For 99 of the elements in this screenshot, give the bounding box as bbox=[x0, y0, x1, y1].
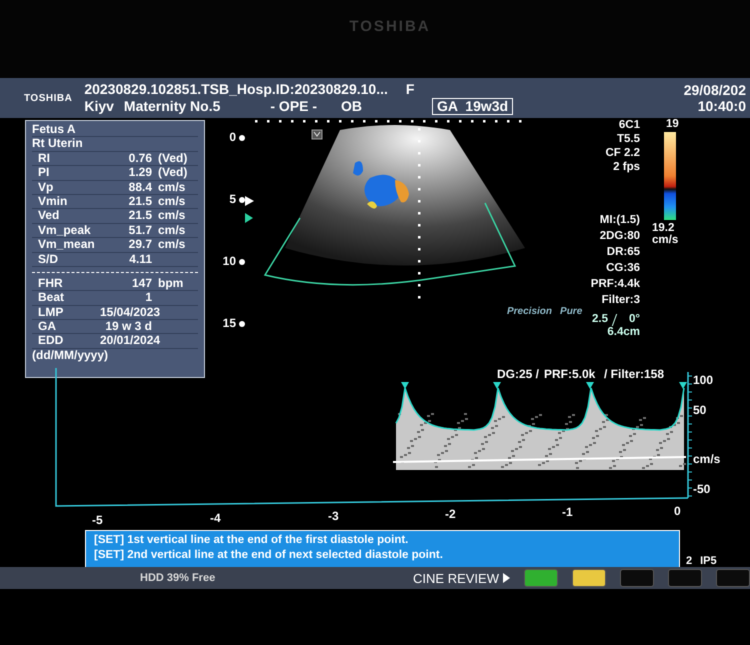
measure-value: 20/01/2024 bbox=[100, 334, 162, 348]
depth-label: 0 bbox=[229, 130, 236, 144]
measure-unit: cm/s bbox=[158, 238, 186, 252]
color-scale-max: 19 bbox=[666, 118, 679, 130]
exam-time: 10:40:0 bbox=[698, 98, 746, 114]
probe-parameter: 6C1 bbox=[618, 118, 640, 132]
depth-label: 15 bbox=[222, 316, 236, 330]
application: OB bbox=[341, 98, 362, 115]
patient-sex: F bbox=[406, 81, 414, 98]
file-id: 20230829.102851.TSB_Hosp.ID:20230829.10... bbox=[84, 81, 388, 98]
trackball-icon bbox=[312, 130, 322, 140]
device-logo: TOSHIBA bbox=[24, 92, 72, 104]
measure-value: 88.4 bbox=[128, 180, 153, 194]
measure-unit: (Ved) bbox=[158, 152, 188, 166]
play-icon bbox=[503, 573, 510, 583]
measure-value: 19 w 3 d bbox=[104, 320, 153, 334]
velocity-tick-label: 50 bbox=[693, 403, 706, 417]
measure-unit: bpm bbox=[158, 276, 184, 290]
measure-label: Ved bbox=[37, 209, 60, 223]
measure-label: Vm_peak bbox=[37, 224, 92, 238]
time-tick-label: 0 bbox=[674, 504, 681, 518]
time-tick-label: -3 bbox=[328, 509, 339, 523]
velocity-tick-label: -50 bbox=[693, 482, 710, 496]
measure-value: 4.11 bbox=[128, 252, 153, 266]
imaging-parameter: CG:36 bbox=[606, 261, 640, 276]
time-tick-label: -5 bbox=[92, 513, 103, 527]
measure-label: EDD bbox=[37, 334, 64, 348]
measure-value: 51.7 bbox=[128, 224, 153, 238]
depth-dot-icon bbox=[239, 259, 245, 265]
depth-label: 5 bbox=[229, 192, 236, 206]
angle-value: 0° bbox=[629, 313, 640, 326]
softkey-label: 2 bbox=[686, 555, 692, 567]
imaging-parameter: DR:65 bbox=[606, 245, 640, 260]
color-scale-unit: cm/s bbox=[652, 234, 678, 246]
disk-status: HDD 39% Free bbox=[140, 572, 216, 584]
probe-parameter: 2 fps bbox=[613, 160, 640, 174]
depth-value: 6.4cm bbox=[607, 326, 640, 339]
measure-value: 15/04/2023 bbox=[100, 306, 162, 320]
steering-value: 2.5 bbox=[592, 313, 608, 326]
measure-value: 1 bbox=[144, 291, 153, 305]
imaging-parameter: Filter:3 bbox=[602, 293, 640, 308]
depth-dot-icon bbox=[239, 135, 245, 141]
imaging-parameter: MI:(1.5) bbox=[600, 213, 640, 228]
brand-logo: Pure bbox=[560, 306, 582, 317]
blank-softkey[interactable] bbox=[620, 569, 654, 587]
measure-label: LMP bbox=[37, 306, 64, 320]
depth-label: 10 bbox=[222, 254, 236, 268]
measure-unit: cm/s bbox=[158, 194, 186, 208]
department: Maternity No.5 bbox=[124, 98, 220, 115]
color-scale-min: 19.2 bbox=[652, 222, 674, 234]
message-line: [SET] 2nd vertical line at the end of next selected diastole point. bbox=[94, 548, 444, 563]
doppler-setting: PRF:5.0k bbox=[544, 367, 596, 381]
exam-date: 29/08/202 bbox=[684, 82, 746, 98]
measure-value: 147 bbox=[130, 276, 153, 290]
time-tick-label: -2 bbox=[445, 507, 456, 521]
date-format-note: (dd/MM/yyyy) bbox=[32, 348, 110, 362]
measure-label: Vm_mean bbox=[37, 238, 96, 252]
message-line: [SET] 1st vertical line at the end of the first diastole point. bbox=[94, 533, 410, 548]
measure-value: 21.5 bbox=[128, 209, 153, 223]
depth-dot-icon bbox=[239, 197, 245, 203]
doppler-setting: / Filter:158 bbox=[604, 367, 664, 381]
measure-value: 21.5 bbox=[128, 194, 153, 208]
measure-unit: (Ved) bbox=[158, 166, 188, 180]
measure-label: S/D bbox=[37, 252, 60, 266]
measure-label: PI bbox=[37, 166, 50, 180]
focus-marker-icon bbox=[245, 196, 254, 206]
measure-value: 29.7 bbox=[128, 238, 153, 252]
cine-review-button[interactable]: CINE REVIEW bbox=[413, 570, 510, 586]
panel-heading: Fetus A bbox=[32, 122, 76, 136]
measure-label: FHR bbox=[37, 276, 64, 290]
exam-mode: - OPE - bbox=[270, 98, 318, 115]
blank-softkey[interactable] bbox=[668, 569, 702, 587]
measure-label: Vp bbox=[37, 180, 54, 194]
measure-unit: cm/s bbox=[158, 224, 186, 238]
doppler-setting: DG:25 / bbox=[497, 367, 540, 381]
probe-parameter: T5.5 bbox=[616, 132, 640, 146]
hospital-city: Kiyv bbox=[84, 98, 114, 115]
velocity-tick-label: cm/s bbox=[693, 452, 720, 466]
measure-value: 0.76 bbox=[128, 152, 153, 166]
panel-heading: Rt Uterin bbox=[32, 136, 83, 150]
blank-softkey[interactable] bbox=[716, 569, 750, 587]
softkey-label: IP5 bbox=[700, 555, 717, 567]
measure-label: Vmin bbox=[37, 194, 68, 208]
time-tick-label: -1 bbox=[562, 505, 573, 519]
focus-marker-icon bbox=[245, 213, 253, 223]
measure-label: RI bbox=[37, 152, 51, 166]
imaging-parameter: PRF:4.4k bbox=[590, 277, 640, 292]
measure-unit: cm/s bbox=[158, 180, 186, 194]
velocity-tick-label: 100 bbox=[693, 373, 714, 387]
measure-label: Beat bbox=[37, 291, 66, 305]
depth-dot-icon bbox=[239, 321, 245, 327]
time-tick-label: -4 bbox=[210, 511, 221, 525]
probe-parameter: CF 2.2 bbox=[605, 146, 640, 160]
imaging-parameter: 2DG:80 bbox=[600, 229, 640, 244]
measure-unit: cm/s bbox=[158, 209, 186, 223]
brand-logo: Precision bbox=[507, 306, 552, 317]
measure-label: GA bbox=[37, 320, 57, 334]
gestational-age: GA 19w3d bbox=[432, 98, 514, 115]
measure-value: 1.29 bbox=[128, 166, 153, 180]
